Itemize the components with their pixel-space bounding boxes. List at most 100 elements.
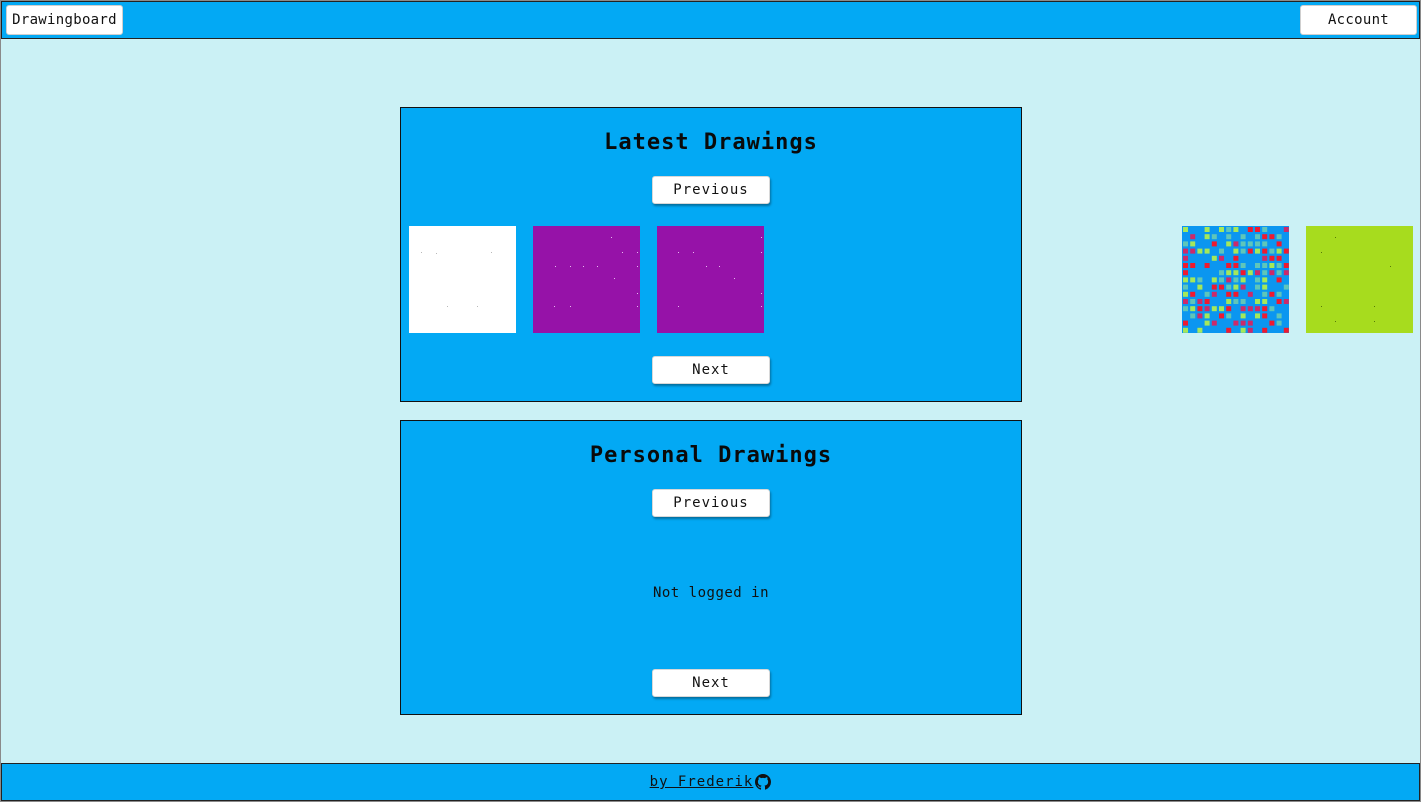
drawing-pixel bbox=[1247, 306, 1253, 312]
drawing-thumbnail[interactable] bbox=[1182, 226, 1289, 333]
drawing-pixel bbox=[1197, 306, 1203, 312]
drawing-pixel bbox=[1219, 270, 1224, 276]
account-button[interactable]: Account bbox=[1300, 5, 1417, 35]
drawing-pixel bbox=[1226, 284, 1232, 290]
drawing-pixel bbox=[1233, 255, 1239, 261]
drawing-pixel bbox=[1183, 270, 1188, 276]
drawing-pixel bbox=[1211, 255, 1217, 261]
drawing-pixel bbox=[1269, 234, 1275, 240]
drawing-pixel bbox=[1262, 248, 1268, 254]
drawing-pixel bbox=[1204, 263, 1210, 268]
drawing-pixel bbox=[1262, 299, 1268, 304]
drawing-pixel bbox=[1262, 270, 1268, 276]
drawing-pixel bbox=[1255, 248, 1260, 254]
personal-previous-button[interactable]: Previous bbox=[652, 489, 770, 517]
drawing-pixel bbox=[1269, 320, 1275, 326]
drawing-pixel bbox=[1240, 277, 1246, 283]
drawing-pixel bbox=[1226, 306, 1232, 312]
drawing-pixel bbox=[1190, 313, 1196, 319]
drawing-2-background bbox=[533, 226, 640, 333]
drawing-pixel bbox=[1233, 248, 1239, 254]
author-credit-link[interactable]: by Frederik bbox=[650, 774, 772, 790]
drawing-pixel bbox=[1276, 263, 1282, 268]
drawing-pixel bbox=[1255, 227, 1260, 232]
drawing-pixel bbox=[1283, 327, 1289, 333]
drawing-pixel bbox=[1283, 263, 1289, 268]
drawing-pixel bbox=[1226, 291, 1232, 297]
drawing-pixel bbox=[1276, 255, 1282, 261]
drawing-pixel bbox=[1255, 241, 1260, 247]
drawing-pixel bbox=[1255, 284, 1260, 290]
drawing-pixel bbox=[1247, 270, 1253, 276]
drawing-pixel bbox=[1276, 234, 1282, 240]
drawing-pixel bbox=[1183, 306, 1188, 312]
drawing-pixel bbox=[1204, 248, 1210, 254]
drawing-pixel bbox=[1211, 234, 1217, 240]
drawing-pixel bbox=[1226, 313, 1232, 319]
drawing-pixel bbox=[1183, 227, 1188, 232]
drawing-pixel bbox=[1262, 255, 1268, 261]
drawing-5-background bbox=[1306, 226, 1413, 333]
drawing-pixel bbox=[1240, 284, 1246, 290]
drawing-pixel bbox=[1240, 327, 1246, 333]
drawing-pixel bbox=[1276, 299, 1282, 304]
drawing-pixel bbox=[1204, 306, 1210, 312]
drawing-pixel bbox=[1183, 277, 1188, 283]
drawing-pixel bbox=[1283, 248, 1289, 254]
drawing-pixel bbox=[1204, 291, 1210, 297]
drawing-pixel bbox=[1247, 320, 1253, 326]
drawing-pixel bbox=[1183, 241, 1188, 247]
drawing-pixel bbox=[1233, 291, 1239, 297]
drawing-pixel bbox=[1190, 241, 1196, 247]
drawing-pixel bbox=[1247, 291, 1253, 297]
drawing-pixel bbox=[1255, 313, 1260, 319]
github-icon bbox=[755, 774, 772, 790]
drawing-pixel bbox=[1211, 306, 1217, 312]
drawing-pixel bbox=[1255, 277, 1260, 283]
drawing-pixel bbox=[1240, 241, 1246, 247]
drawing-thumbnail[interactable] bbox=[657, 226, 764, 333]
drawing-pixel bbox=[1255, 234, 1260, 240]
drawing-pixel bbox=[1233, 299, 1239, 304]
drawing-pixel bbox=[1269, 248, 1275, 254]
drawing-pixel bbox=[1183, 255, 1188, 261]
drawing-pixel bbox=[1262, 277, 1268, 283]
drawing-thumbnail[interactable] bbox=[1306, 226, 1413, 333]
drawing-pixel bbox=[1219, 277, 1224, 283]
drawing-thumbnail[interactable] bbox=[533, 226, 640, 333]
drawing-pixel bbox=[1276, 270, 1282, 276]
drawing-pixel bbox=[1269, 255, 1275, 261]
drawing-1-background bbox=[409, 226, 516, 333]
drawing-pixel bbox=[1204, 227, 1210, 232]
drawing-pixel bbox=[1262, 263, 1268, 268]
drawing-pixel bbox=[1233, 320, 1239, 326]
drawing-pixel bbox=[1247, 327, 1253, 333]
drawing-pixel bbox=[1233, 270, 1239, 276]
latest-next-button[interactable]: Next bbox=[652, 356, 770, 384]
drawing-pixel bbox=[1183, 248, 1188, 254]
latest-previous-button[interactable]: Previous bbox=[652, 176, 770, 204]
drawing-pixel bbox=[1255, 299, 1260, 304]
drawing-pixel bbox=[1219, 313, 1224, 319]
drawing-pixel bbox=[1226, 277, 1232, 283]
personal-next-button[interactable]: Next bbox=[652, 669, 770, 697]
drawing-pixel bbox=[1247, 227, 1253, 232]
home-brand-button[interactable]: Drawingboard bbox=[6, 5, 123, 35]
drawing-pixel bbox=[1211, 277, 1217, 283]
drawing-thumbnail[interactable] bbox=[409, 226, 516, 333]
drawing-pixel bbox=[1276, 241, 1282, 247]
drawing-pixel bbox=[1240, 234, 1246, 240]
drawing-pixel bbox=[1190, 234, 1196, 240]
drawing-pixel bbox=[1240, 313, 1246, 319]
drawing-pixel bbox=[1240, 263, 1246, 268]
drawing-pixel bbox=[1183, 291, 1188, 297]
drawing-pixel bbox=[1183, 284, 1188, 290]
drawing-pixel bbox=[1262, 227, 1268, 232]
latest-drawings-title: Latest Drawings bbox=[604, 130, 818, 155]
drawing-pixel bbox=[1269, 263, 1275, 268]
drawing-pixel bbox=[1226, 227, 1232, 232]
footer: by Frederik bbox=[1, 763, 1420, 801]
drawing-pixel bbox=[1276, 277, 1282, 283]
drawing-pixel bbox=[1276, 291, 1282, 297]
drawing-pixel bbox=[1226, 234, 1232, 240]
